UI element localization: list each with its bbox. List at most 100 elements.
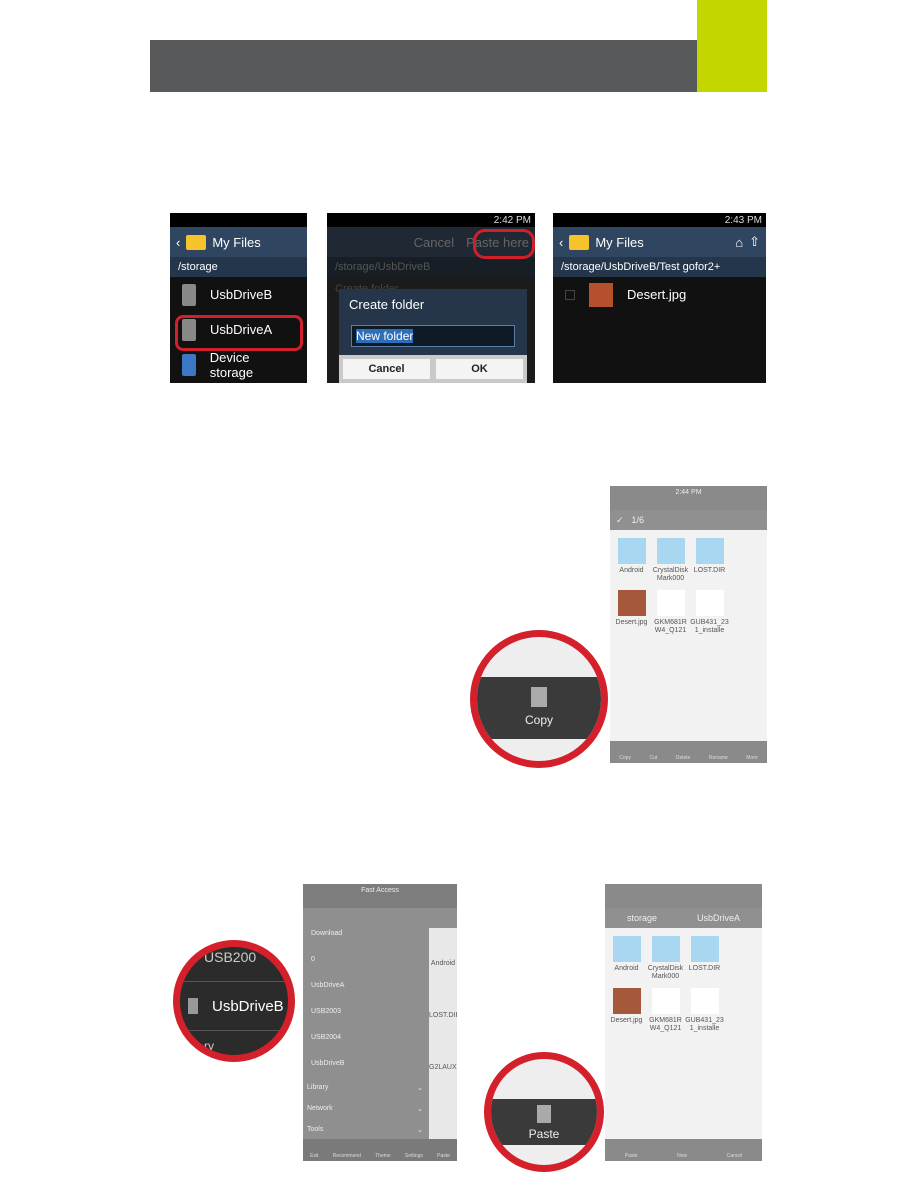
file-item[interactable]: Desert.jpg <box>612 588 651 640</box>
drawer-section[interactable]: Library ⌄ <box>303 1078 427 1099</box>
toolbar-button-cut[interactable]: Cut <box>650 755 658 761</box>
file-name[interactable]: Desert.jpg <box>627 287 686 302</box>
toolbar-button-exit[interactable]: Exit <box>310 1153 318 1159</box>
drawer-item[interactable]: UsbDriveA <box>303 974 427 1000</box>
file-name: Android <box>619 567 644 574</box>
toolbar-button-paste[interactable]: Paste <box>625 1153 638 1159</box>
file-item[interactable]: GUB431_231_installe <box>690 588 729 640</box>
drawer-item-label: USB2004 <box>311 1034 341 1041</box>
folder-icon <box>612 936 641 962</box>
screenshot-pasted-file: 2:43 PM ‹ My Files ⌂ ⇧ /storage/UsbDriveB/T… <box>553 213 766 383</box>
checkbox[interactable] <box>565 289 575 300</box>
path-bar: /storage <box>170 257 307 277</box>
screenshot-create-folder: 2:42 PM Cancel Paste here /storage/UsbDri… <box>327 213 535 383</box>
file-name: Android <box>430 960 456 967</box>
image-thumbnail <box>617 590 646 616</box>
selection-count: 1/6 <box>631 515 645 525</box>
back-icon[interactable]: ‹ <box>559 235 563 250</box>
file-item[interactable]: Android <box>429 928 457 980</box>
drawer-item-label: 0 <box>311 956 315 963</box>
file-name: CrystalDiskMark000 <box>652 567 689 582</box>
file-item[interactable]: GKM681RW4_Q121 <box>651 588 690 640</box>
drawer-item-label: Download <box>311 930 343 937</box>
callout-copy: Copy <box>470 630 608 768</box>
dialog-ok-button[interactable]: OK <box>436 359 523 379</box>
file-item[interactable]: G2LAUX2.jpg <box>429 1032 457 1084</box>
toolbar-button-rename[interactable]: Rename <box>709 755 728 761</box>
file-item[interactable]: LOST.DIR <box>690 536 729 588</box>
cancel-button[interactable]: Cancel <box>414 235 454 250</box>
file-item[interactable]: CrystalDiskMark000 <box>646 934 685 986</box>
toolbar-button-new[interactable]: New <box>677 1153 687 1159</box>
file-item[interactable]: GUB431_231_installe <box>685 986 724 1038</box>
breadcrumb-storage[interactable]: storage <box>627 913 657 923</box>
item-label: UsbDriveB <box>210 287 273 302</box>
back-icon[interactable]: ‹ <box>176 235 180 250</box>
callout-paste: Paste <box>484 1052 604 1172</box>
screenshot-my-files-storage: ‹ My Files /storage UsbDriveB UsbDriveA D… <box>170 213 307 383</box>
drawer-item[interactable]: USB2003 <box>303 1000 427 1026</box>
chevron-down-icon: ⌄ <box>417 1106 423 1113</box>
copy-icon <box>531 687 547 707</box>
file-name: GUB431_231_installe <box>690 619 729 634</box>
path-bar: /storage/UsbDriveB <box>327 257 535 277</box>
file-name: Desert.jpg <box>610 1017 643 1024</box>
check-icon[interactable]: ✓ <box>616 515 624 526</box>
drawer-item[interactable]: UsbDriveB <box>303 1052 427 1078</box>
file-name: GKM681RW4_Q121 <box>649 1017 682 1032</box>
dialog-title: Create folder <box>349 297 425 312</box>
drawer-item[interactable]: USB2004 <box>303 1026 427 1052</box>
folder-icon <box>617 538 646 564</box>
folder-name-input[interactable]: New folder <box>356 329 414 343</box>
file-icon <box>651 988 680 1014</box>
home-icon[interactable]: ⌂ <box>735 235 743 250</box>
breadcrumb-usbdrivea[interactable]: UsbDriveA <box>697 913 740 923</box>
callout-above-label: USB200 <box>204 949 257 965</box>
chevron-down-icon: ⌄ <box>417 1085 423 1092</box>
file-item[interactable]: Android <box>607 934 646 986</box>
toolbar-button-recommend[interactable]: Recommend <box>333 1153 361 1159</box>
list-item[interactable]: Device storage <box>170 347 307 382</box>
drawer-item-label: USB2003 <box>311 1008 341 1015</box>
file-item[interactable]: GKM681RW4_Q121 <box>646 986 685 1038</box>
drawer-title: Fast Access <box>361 887 399 894</box>
drawer-section[interactable]: Network ⌄ <box>303 1099 427 1120</box>
toolbar-button-theme[interactable]: Theme <box>375 1153 391 1159</box>
callout-label: Copy <box>524 713 553 727</box>
folder-icon <box>651 936 680 962</box>
file-item[interactable]: LOST.DIR <box>685 934 724 986</box>
file-icon <box>656 590 685 616</box>
image-thumbnail <box>589 282 613 307</box>
app-title: My Files <box>212 234 261 250</box>
file-item[interactable]: CrystalDiskMark000 <box>651 536 690 588</box>
list-item[interactable]: UsbDriveB <box>170 277 307 312</box>
up-folder-icon[interactable]: ⇧ <box>749 234 760 250</box>
file-name: G2LAUX2.jpg <box>429 1064 457 1071</box>
file-item[interactable]: Desert.jpg <box>607 986 646 1038</box>
dialog-cancel-button[interactable]: Cancel <box>343 359 430 379</box>
folder-icon <box>695 538 724 564</box>
toolbar-button-delete[interactable]: Delete <box>676 755 690 761</box>
file-name: CrystalDiskMark000 <box>647 965 684 980</box>
callout-below-label: ry <box>204 1039 214 1053</box>
section-header-bar <box>150 40 697 92</box>
toolbar-button-cancel[interactable]: Cancel <box>727 1153 743 1159</box>
drawer-item[interactable]: 0 <box>303 948 427 974</box>
drawer-item-label: UsbDriveB <box>311 1060 345 1067</box>
folder-icon <box>569 234 590 250</box>
drawer-section[interactable]: Tools ⌄ <box>303 1120 427 1141</box>
file-name: Desert.jpg <box>615 619 648 626</box>
section-label: Network <box>307 1105 333 1112</box>
file-item[interactable]: Android <box>612 536 651 588</box>
toolbar-button-copy[interactable]: Copy <box>619 755 631 761</box>
folder-icon <box>186 234 207 250</box>
drawer-item[interactable]: Download <box>303 922 427 948</box>
toolbar-button-more[interactable]: More <box>746 755 757 761</box>
image-thumbnail <box>612 988 641 1014</box>
clock: 2:42 PM <box>493 214 531 226</box>
page-tab-accent <box>697 0 767 92</box>
toolbar-button-settings[interactable]: Settings <box>405 1153 423 1159</box>
toolbar-button-paste[interactable]: Paste <box>437 1153 450 1159</box>
file-name: GKM681RW4_Q121 <box>654 619 687 634</box>
file-item[interactable]: LOST.DIR <box>429 980 457 1032</box>
